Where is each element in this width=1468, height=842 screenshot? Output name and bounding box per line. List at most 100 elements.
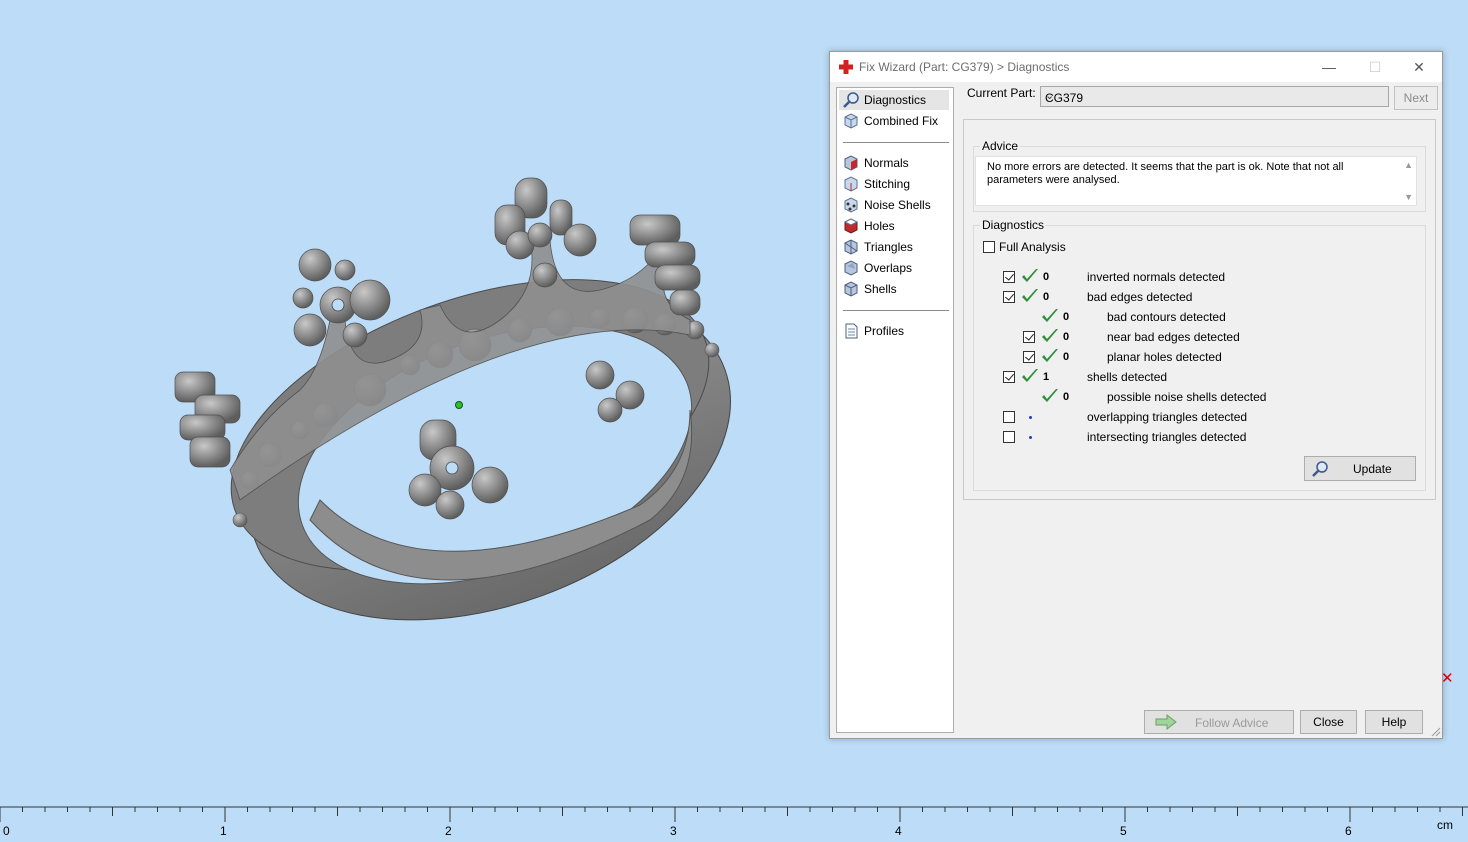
nav-label: Normals xyxy=(864,156,909,170)
fix-wizard-dialog: Fix Wizard (Part: CG379) > Diagnostics —… xyxy=(829,51,1443,739)
ruler-label-5: 5 xyxy=(1120,824,1127,838)
magnifier-icon xyxy=(1312,461,1328,477)
diagnostic-count: 1 xyxy=(1043,371,1050,383)
advice-title: Advice xyxy=(980,139,1021,153)
ruler-unit: cm xyxy=(1437,818,1453,832)
nav-label: Combined Fix xyxy=(864,114,939,128)
resize-grip-icon[interactable] xyxy=(1431,727,1441,737)
dialog-title: Fix Wizard (Part: CG379) > Diagnostics xyxy=(859,60,1070,74)
full-analysis-label: Full Analysis xyxy=(999,240,1066,254)
nav-separator xyxy=(843,142,949,143)
green-check-icon xyxy=(1022,289,1038,302)
ruler-label-4: 4 xyxy=(895,824,902,838)
nav-item-combined-fix[interactable]: Combined Fix xyxy=(839,111,949,131)
diagnostic-label: shells detected xyxy=(1087,370,1168,384)
nav-item-overlaps[interactable]: Overlaps xyxy=(839,258,949,278)
next-button: Next xyxy=(1394,86,1438,110)
red-cross-icon xyxy=(839,60,853,74)
cube-icon xyxy=(844,113,858,129)
follow-advice-label: Follow Advice xyxy=(1195,716,1269,730)
diagnostic-count: 0 xyxy=(1063,391,1070,403)
maximize-button: ☐ xyxy=(1368,59,1382,75)
close-button[interactable]: Close xyxy=(1300,710,1357,734)
nav-item-shells[interactable]: Shells xyxy=(839,279,949,299)
nav-item-normals[interactable]: Normals xyxy=(839,153,949,173)
diagnostic-count: 0 xyxy=(1063,331,1070,343)
diagnostic-label: bad edges detected xyxy=(1087,290,1193,304)
close-window-button[interactable]: ✕ xyxy=(1396,52,1442,82)
shells-cube-icon xyxy=(844,281,858,297)
diagnostic-label: overlapping triangles detected xyxy=(1087,410,1248,424)
green-check-icon xyxy=(1042,389,1058,402)
scroll-up-icon[interactable]: ▲ xyxy=(1404,160,1413,170)
update-button[interactable]: Update xyxy=(1304,456,1416,481)
nav-label: Overlaps xyxy=(864,261,913,275)
diagnostic-count: 0 xyxy=(1043,271,1050,283)
diagnostic-checkbox[interactable] xyxy=(1003,411,1015,423)
diagnostic-label: possible noise shells detected xyxy=(1107,390,1267,404)
stitching-cube-icon xyxy=(844,176,858,192)
diagnostic-label: near bad edges detected xyxy=(1107,330,1240,344)
scroll-down-icon[interactable]: ▼ xyxy=(1404,192,1413,202)
wizard-nav: Diagnostics Combined Fix Normals Stitchi… xyxy=(836,87,954,733)
diagnostic-count: 0 xyxy=(1043,291,1050,303)
nav-item-holes[interactable]: Holes xyxy=(839,216,949,236)
advice-textbox[interactable]: No more errors are detected. It seems th… xyxy=(975,156,1417,206)
nav-separator xyxy=(843,310,949,311)
current-part-label: Current Part: xyxy=(967,86,1036,100)
nav-label: Diagnostics xyxy=(864,93,927,107)
diagnostic-checkbox[interactable] xyxy=(1023,351,1035,363)
diagnostic-checkbox[interactable] xyxy=(1003,271,1015,283)
holes-cube-icon xyxy=(843,218,859,234)
diagnostic-count: 0 xyxy=(1063,311,1070,323)
pending-dot-icon xyxy=(1029,436,1032,439)
diagnostic-label: intersecting triangles detected xyxy=(1087,430,1247,444)
nav-item-noise-shells[interactable]: Noise Shells xyxy=(839,195,949,215)
full-analysis-checkbox[interactable] xyxy=(983,241,995,253)
advice-text: No more errors are detected. It seems th… xyxy=(987,161,1344,186)
diagnostic-count: 0 xyxy=(1063,351,1070,363)
diagnostic-checkbox[interactable] xyxy=(1003,431,1015,443)
ruler-label-3: 3 xyxy=(670,824,677,838)
pending-dot-icon xyxy=(1029,416,1032,419)
follow-advice-button: Follow Advice xyxy=(1144,710,1294,734)
green-check-icon xyxy=(1042,329,1058,342)
noise-shells-icon xyxy=(844,197,858,213)
dialog-titlebar[interactable]: Fix Wizard (Part: CG379) > Diagnostics —… xyxy=(830,52,1442,82)
diagnostic-checkbox[interactable] xyxy=(1003,291,1015,303)
help-button[interactable]: Help xyxy=(1365,710,1423,734)
update-label: Update xyxy=(1353,462,1392,476)
overlaps-cube-icon xyxy=(844,260,858,276)
ruler-label-2: 2 xyxy=(445,824,452,838)
current-part-select[interactable]: CG379 ⌄ xyxy=(1040,86,1389,107)
green-check-icon xyxy=(1022,269,1038,282)
nav-item-profiles[interactable]: Profiles xyxy=(839,321,949,341)
nav-label: Noise Shells xyxy=(864,198,931,212)
nav-label: Stitching xyxy=(864,177,911,191)
magnifier-icon xyxy=(843,92,859,108)
minimize-button[interactable]: — xyxy=(1306,52,1352,82)
diagnostic-checkbox[interactable] xyxy=(1003,371,1015,383)
nav-item-stitching[interactable]: Stitching xyxy=(839,174,949,194)
crown-model[interactable] xyxy=(0,0,830,800)
nav-label: Holes xyxy=(864,219,895,233)
nav-item-diagnostics[interactable]: Diagnostics xyxy=(839,90,949,110)
nav-item-triangles[interactable]: Triangles xyxy=(839,237,949,257)
diagnostic-label: bad contours detected xyxy=(1107,310,1226,324)
diagnostics-title: Diagnostics xyxy=(980,218,1047,232)
green-check-icon xyxy=(1042,349,1058,362)
diagnostic-checkbox[interactable] xyxy=(1023,331,1035,343)
green-check-icon xyxy=(1022,369,1038,382)
nav-label: Profiles xyxy=(864,324,905,338)
ruler-label-6: 6 xyxy=(1345,824,1352,838)
diagnostic-label: inverted normals detected xyxy=(1087,270,1226,284)
normals-cube-icon xyxy=(844,155,858,171)
arrow-right-icon xyxy=(1155,714,1177,730)
nav-label: Shells xyxy=(864,282,897,296)
triangles-cube-icon xyxy=(844,239,858,255)
pivot-marker xyxy=(455,401,463,409)
diagnostic-label: planar holes detected xyxy=(1107,350,1222,364)
ruler-label-1: 1 xyxy=(220,824,227,838)
nav-label: Triangles xyxy=(864,240,913,254)
document-icon xyxy=(845,323,858,339)
